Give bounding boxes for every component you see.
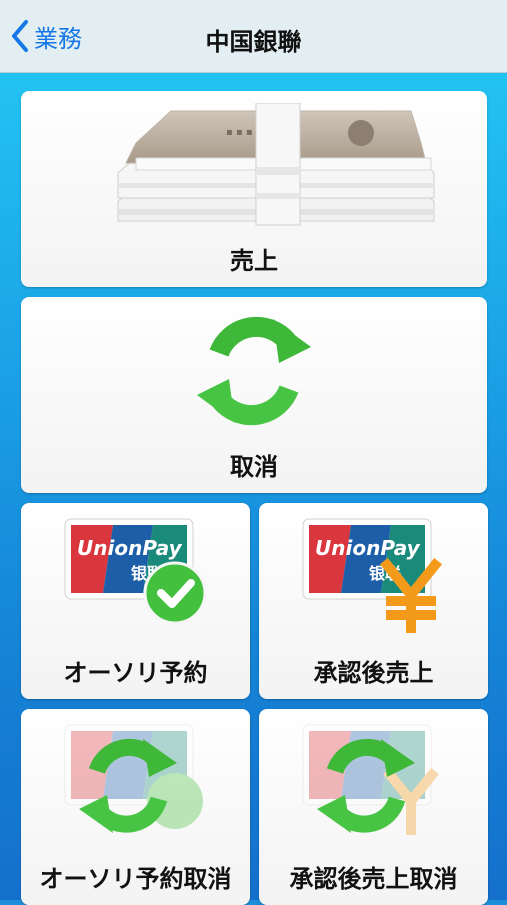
- unionpay-card-yen-refresh-icon: [302, 724, 439, 835]
- post-auth-sale-cancel-button[interactable]: 承認後売上取消: [259, 709, 488, 905]
- unionpay-text: UnionPay: [315, 536, 421, 560]
- cancel-label: 取消: [230, 453, 278, 481]
- post-auth-sale-label: 承認後売上: [313, 659, 434, 687]
- menu-grid: ▪ ▪ ▪ ▪ ▪ 売上 取消 UnionPay 银联 オーソリ予約 Union…: [0, 73, 507, 905]
- auth-cancel-button[interactable]: オーソリ予約取消: [21, 709, 250, 905]
- banknotes-icon: ▪ ▪ ▪ ▪ ▪: [117, 103, 435, 226]
- sale-button[interactable]: ▪ ▪ ▪ ▪ ▪ 売上: [21, 91, 487, 287]
- unionpay-card-check-refresh-icon: [64, 724, 203, 833]
- post-auth-sale-button[interactable]: UnionPay 银联 承認後売上: [259, 503, 488, 699]
- navigation-bar: 業務 中国銀聯: [0, 0, 507, 73]
- auth-cancel-label: オーソリ予約取消: [39, 865, 232, 893]
- sale-label: 売上: [230, 247, 278, 275]
- cancel-button[interactable]: 取消: [21, 297, 487, 493]
- unionpay-card-yen-icon: UnionPay 银联: [302, 518, 443, 633]
- unionpay-card-check-icon: UnionPay 银联: [64, 518, 207, 625]
- post-auth-sale-cancel-label: 承認後売上取消: [289, 865, 458, 893]
- auth-label: オーソリ予約: [63, 659, 208, 687]
- unionpay-text: UnionPay: [77, 536, 183, 560]
- page-title: 中国銀聯: [205, 28, 302, 56]
- refresh-arrows-icon: [197, 316, 311, 426]
- auth-button[interactable]: UnionPay 银联 オーソリ予約: [21, 503, 250, 699]
